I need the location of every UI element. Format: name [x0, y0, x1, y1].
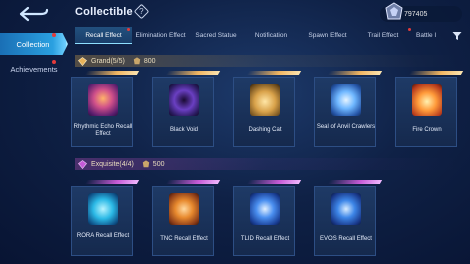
points-icon — [133, 57, 141, 65]
dashing-cat-icon — [250, 84, 280, 116]
evos-recall-icon — [331, 193, 361, 225]
sidebar-item-achievements[interactable]: Achievements — [0, 58, 68, 80]
sidebar: Collection Achievements — [0, 28, 68, 264]
collectible-card[interactable]: RORA Recall Effect — [71, 180, 140, 256]
collectible-card[interactable]: TLID Recall Effect — [233, 180, 302, 256]
section-header-grand: Grand(5/5) 800 — [75, 55, 460, 67]
notification-dot — [408, 28, 411, 31]
card-name: Seal of Anvil Crawlers — [316, 124, 376, 130]
collector-emblem-icon — [385, 2, 403, 20]
card-name: TLID Recall Effect — [240, 236, 290, 242]
sidebar-item-label: Achievements — [10, 64, 58, 74]
category-tabs: Recall Effect Elimination Effect Sacred … — [75, 27, 447, 44]
card-name: Rhythmic Echo Recall Effect — [73, 124, 133, 137]
card-name: TNC Recall Effect — [160, 236, 208, 242]
collectible-card[interactable]: Black Void — [152, 71, 221, 147]
back-button[interactable] — [16, 4, 52, 24]
exquisite-tier-icon — [78, 159, 87, 169]
back-arrow-icon — [19, 6, 49, 22]
collectible-card[interactable]: Seal of Anvil Crawlers — [314, 71, 383, 147]
tab-sacred-statue[interactable]: Sacred Statue — [189, 27, 243, 44]
card-name: EVOS Recall Effect — [320, 236, 372, 242]
currency-display: 797405 — [380, 2, 462, 22]
card-name: Fire Crown — [412, 127, 442, 133]
notification-dot — [127, 28, 130, 31]
fire-crown-icon — [412, 84, 442, 116]
section-points: 500 — [152, 160, 165, 168]
collectible-card[interactable]: EVOS Recall Effect — [314, 180, 383, 256]
section-header-exquisite: Exquisite(4/4) 500 — [75, 158, 460, 170]
tab-elimination-effect[interactable]: Elimination Effect — [132, 27, 189, 44]
top-bar: Collectible ? 797405 — [0, 0, 470, 28]
card-name: Dashing Cat — [248, 127, 282, 133]
filter-button[interactable] — [450, 29, 464, 43]
section-label: Exquisite(4/4) — [91, 160, 134, 168]
tab-battle[interactable]: Battle I — [410, 27, 447, 44]
filter-icon — [452, 32, 462, 40]
help-icon[interactable]: ? — [133, 3, 150, 20]
tab-recall-effect[interactable]: Recall Effect — [75, 27, 132, 44]
section-points: 800 — [143, 57, 156, 65]
card-name: RORA Recall Effect — [76, 233, 130, 239]
notification-dot — [52, 33, 56, 37]
tnc-recall-icon — [169, 193, 199, 225]
tab-notification[interactable]: Notification — [243, 27, 299, 44]
page-title: Collectible — [75, 6, 133, 18]
collectible-card[interactable]: TNC Recall Effect — [152, 180, 221, 256]
tlid-recall-icon — [250, 193, 280, 225]
seal-of-anvil-icon — [331, 84, 361, 116]
points-icon — [142, 160, 149, 168]
section-label: Grand(5/5) — [91, 57, 125, 65]
collectible-card[interactable]: Rhythmic Echo Recall Effect — [71, 71, 140, 147]
tab-trail-effect[interactable]: Trail Effect — [356, 27, 410, 44]
tab-spawn-effect[interactable]: Spawn Effect — [299, 27, 356, 44]
card-name: Black Void — [169, 127, 199, 133]
collectible-card[interactable]: Dashing Cat — [233, 71, 302, 147]
collectible-card[interactable]: Fire Crown — [395, 71, 464, 147]
rora-recall-icon — [88, 193, 118, 225]
notification-dot — [52, 60, 56, 64]
sidebar-item-collection[interactable]: Collection — [0, 33, 68, 55]
currency-value: 797405 — [404, 10, 428, 18]
rhythmic-echo-icon — [88, 84, 118, 116]
grand-tier-icon — [78, 56, 87, 66]
sidebar-item-label: Collection — [16, 39, 50, 49]
black-void-icon — [169, 84, 199, 116]
